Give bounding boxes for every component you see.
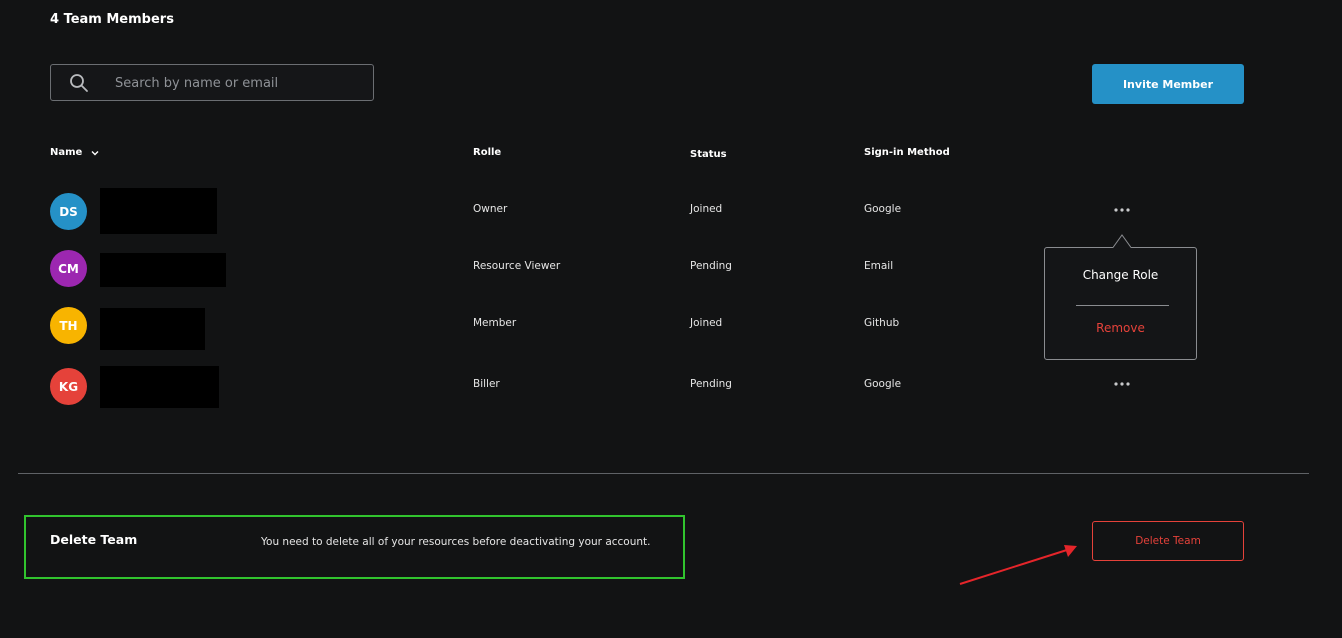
chevron-down-icon[interactable]: [90, 148, 100, 158]
redacted-name: [100, 366, 219, 408]
change-role-menu-item[interactable]: Change Role: [1045, 268, 1196, 282]
delete-team-button[interactable]: Delete Team: [1092, 521, 1244, 561]
redacted-name: [100, 188, 217, 234]
redacted-name: [100, 308, 205, 350]
member-role: Member: [473, 317, 517, 329]
page-title: 4 Team Members: [50, 12, 174, 27]
delete-team-section: Delete Team You need to delete all of yo…: [24, 515, 685, 579]
member-signin-method: Github: [864, 317, 900, 329]
member-role: Biller: [473, 378, 500, 390]
more-options-icon[interactable]: [1112, 379, 1132, 389]
member-signin-method: Google: [864, 378, 902, 390]
column-header-status: Status: [690, 149, 727, 160]
column-header-role: Rolle: [473, 147, 502, 158]
member-signin-method: Email: [864, 260, 894, 272]
redacted-name: [100, 253, 226, 287]
avatar: CM: [50, 250, 87, 287]
search-box[interactable]: [50, 64, 374, 102]
row-actions-menu: Change Role Remove: [1044, 247, 1197, 360]
more-options-icon[interactable]: [1112, 205, 1132, 215]
search-input[interactable]: [113, 65, 367, 102]
section-divider: [18, 473, 1309, 474]
team-members-page: 4 Team Members Invite Member Name Rolle …: [0, 0, 1342, 638]
member-status: Joined: [690, 317, 723, 329]
column-header-signin-method: Sign-in Method: [864, 147, 950, 158]
member-role: Resource Viewer: [473, 260, 561, 272]
annotation-arrow-icon: [959, 545, 1077, 585]
delete-team-description: You need to delete all of your resources…: [261, 536, 651, 548]
search-icon: [70, 74, 88, 92]
member-role: Owner: [473, 203, 508, 215]
delete-team-title: Delete Team: [50, 532, 138, 547]
avatar: TH: [50, 307, 87, 344]
menu-pointer: [1113, 234, 1131, 248]
member-status: Joined: [690, 203, 723, 215]
column-header-name-label: Name: [50, 147, 83, 158]
member-status: Pending: [690, 260, 732, 272]
avatar: DS: [50, 193, 87, 230]
invite-member-button[interactable]: Invite Member: [1092, 64, 1244, 104]
member-status: Pending: [690, 378, 732, 390]
menu-divider: [1076, 305, 1169, 306]
remove-menu-item[interactable]: Remove: [1045, 321, 1196, 335]
member-signin-method: Google: [864, 203, 902, 215]
column-header-name[interactable]: Name: [50, 147, 100, 158]
avatar: KG: [50, 368, 87, 405]
